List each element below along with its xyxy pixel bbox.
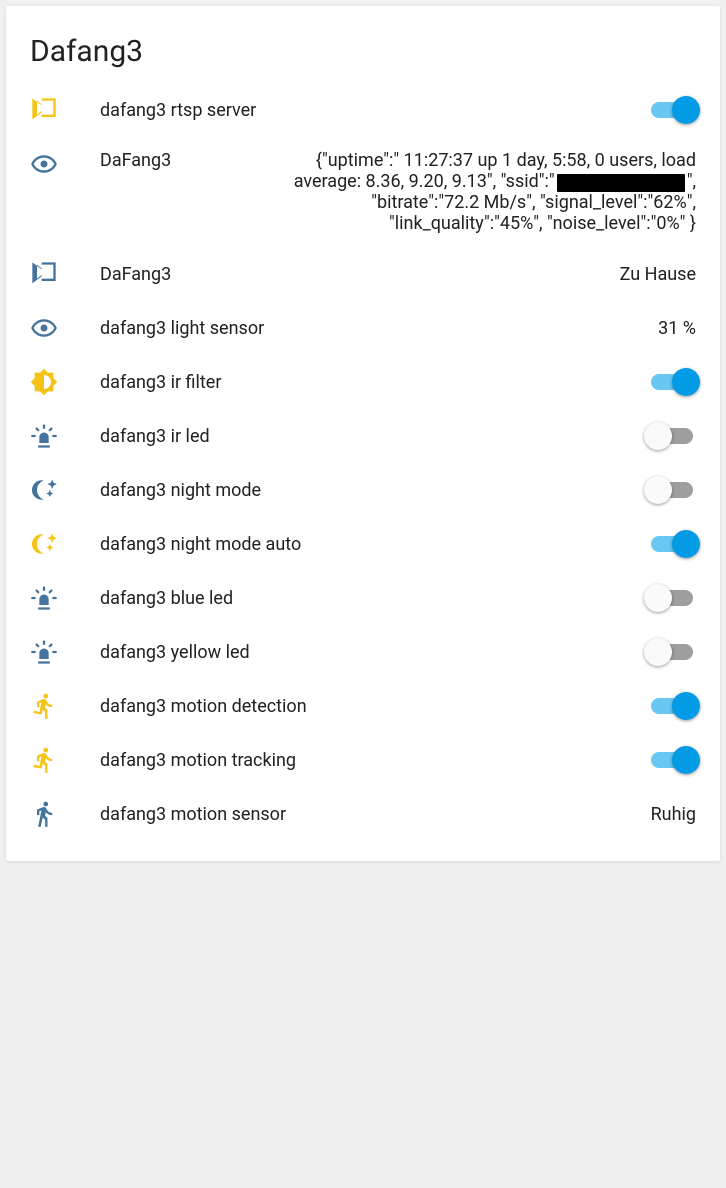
toggle-dafang3-night-mode[interactable] xyxy=(648,478,696,502)
entity-label[interactable]: dafang3 rtsp server xyxy=(74,100,256,121)
entity-row-dafang3-motion-tracking: dafang3 motion tracking xyxy=(6,733,720,787)
redacted-ssid xyxy=(557,174,685,192)
toggle-dafang3-blue-led[interactable] xyxy=(648,586,696,610)
entity-label[interactable]: dafang3 motion sensor xyxy=(74,804,286,825)
moon-icon xyxy=(30,476,74,504)
entity-value: Zu Hause xyxy=(620,264,696,285)
toggle-dafang3-motion-detection[interactable] xyxy=(648,694,696,718)
entity-row-dafang3-night-mode-auto: dafang3 night mode auto xyxy=(6,517,720,571)
entity-label[interactable]: dafang3 motion detection xyxy=(74,696,307,717)
camera-icon xyxy=(30,96,74,124)
run-icon xyxy=(30,692,74,720)
card-title: Dafang3 xyxy=(6,16,720,83)
siren-icon xyxy=(30,422,74,450)
toggle-dafang3-yellow-led[interactable] xyxy=(648,640,696,664)
entity-value: 31 % xyxy=(658,318,696,339)
entity-card: Dafang3 dafang3 rtsp server DaFang3 {"upti… xyxy=(6,6,720,861)
entity-label[interactable]: dafang3 blue led xyxy=(74,588,233,609)
walk-icon xyxy=(30,800,74,828)
toggle-dafang3-night-mode-auto[interactable] xyxy=(648,532,696,556)
run-icon xyxy=(30,746,74,774)
entity-row-dafang3-rtsp-server: dafang3 rtsp server xyxy=(6,83,720,137)
entity-row-dafang3: DaFang3 Zu Hause xyxy=(6,247,720,301)
eye-icon xyxy=(30,150,74,178)
entity-value: Ruhig xyxy=(651,804,696,825)
brightness-icon xyxy=(30,368,74,396)
toggle-dafang3-motion-tracking[interactable] xyxy=(648,748,696,772)
entity-row-dafang3: DaFang3 {"uptime":" 11:27:37 up 1 day, 5:… xyxy=(6,137,720,247)
toggle-dafang3-rtsp-server[interactable] xyxy=(648,98,696,122)
entity-row-dafang3-yellow-led: dafang3 yellow led xyxy=(6,625,720,679)
entity-label[interactable]: DaFang3 xyxy=(74,150,171,171)
entity-row-dafang3-ir-filter: dafang3 ir filter xyxy=(6,355,720,409)
entity-label[interactable]: dafang3 yellow led xyxy=(74,642,250,663)
entity-label[interactable]: DaFang3 xyxy=(74,264,171,285)
entity-value: {"uptime":" 11:27:37 up 1 day, 5:58, 0 u… xyxy=(246,150,696,234)
toggle-dafang3-ir-led[interactable] xyxy=(648,424,696,448)
toggle-dafang3-ir-filter[interactable] xyxy=(648,370,696,394)
entity-row-dafang3-light-sensor: dafang3 light sensor 31 % xyxy=(6,301,720,355)
entity-label[interactable]: dafang3 night mode xyxy=(74,480,261,501)
entity-label[interactable]: dafang3 ir filter xyxy=(74,372,221,393)
entity-label[interactable]: dafang3 ir led xyxy=(74,426,210,447)
entity-row-dafang3-blue-led: dafang3 blue led xyxy=(6,571,720,625)
entity-row-dafang3-motion-sensor: dafang3 motion sensor Ruhig xyxy=(6,787,720,841)
entity-row-dafang3-ir-led: dafang3 ir led xyxy=(6,409,720,463)
camera-icon xyxy=(30,260,74,288)
entity-row-dafang3-night-mode: dafang3 night mode xyxy=(6,463,720,517)
entity-label[interactable]: dafang3 night mode auto xyxy=(74,534,301,555)
entity-label[interactable]: dafang3 motion tracking xyxy=(74,750,296,771)
eye-icon xyxy=(30,314,74,342)
entity-row-dafang3-motion-detection: dafang3 motion detection xyxy=(6,679,720,733)
siren-icon xyxy=(30,584,74,612)
moon-icon xyxy=(30,530,74,558)
entity-label[interactable]: dafang3 light sensor xyxy=(74,318,264,339)
siren-icon xyxy=(30,638,74,666)
